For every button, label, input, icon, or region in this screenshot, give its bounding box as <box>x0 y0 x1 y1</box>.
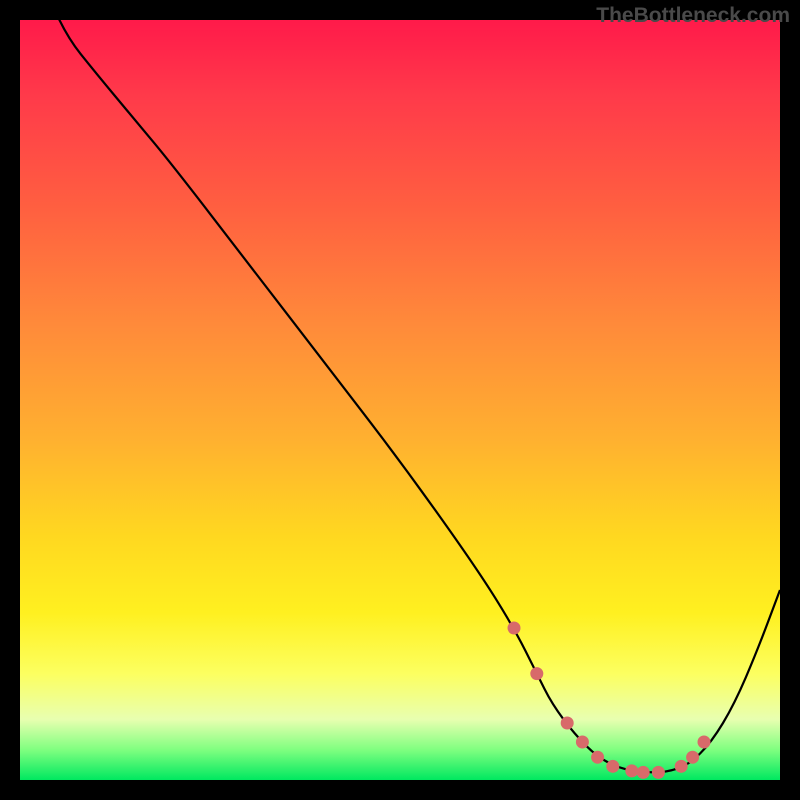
watermark-text: TheBottleneck.com <box>596 4 790 28</box>
highlight-dot <box>637 766 650 779</box>
highlight-dot <box>606 760 619 773</box>
highlight-dot <box>508 622 521 635</box>
plot-area <box>20 20 780 780</box>
chart-svg <box>20 20 780 780</box>
highlight-dot <box>686 751 699 764</box>
highlight-dot <box>561 717 574 730</box>
highlight-dot <box>530 667 543 680</box>
highlight-dot <box>698 736 711 749</box>
highlight-dot <box>625 764 638 777</box>
highlight-dot <box>675 760 688 773</box>
highlight-dots <box>508 622 711 779</box>
highlight-dot <box>591 751 604 764</box>
highlight-dot <box>652 766 665 779</box>
curve-line <box>20 20 780 772</box>
highlight-dot <box>576 736 589 749</box>
